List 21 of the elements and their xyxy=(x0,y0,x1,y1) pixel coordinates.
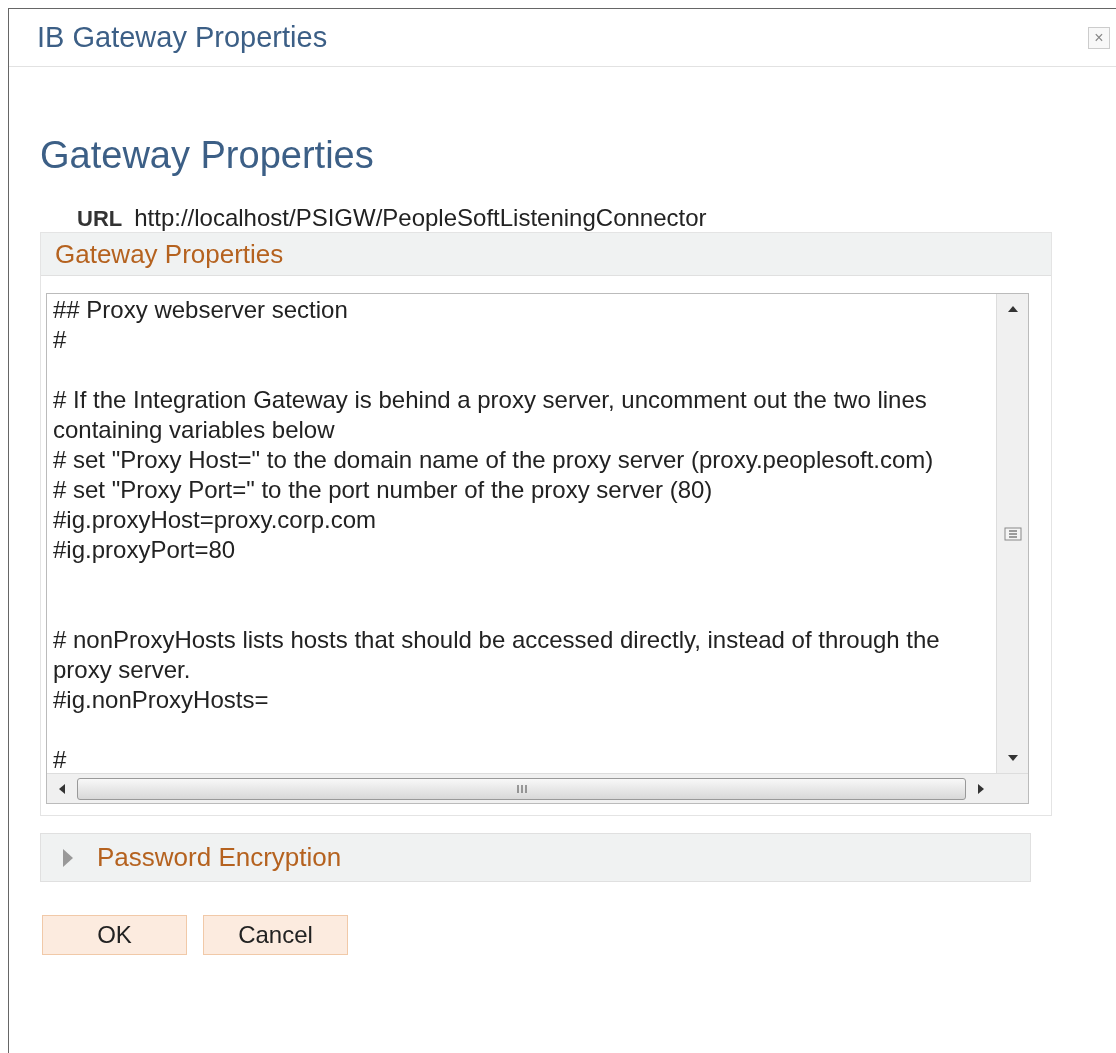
section-header[interactable]: Password Encryption xyxy=(40,833,1031,882)
dialog-button[interactable]: OK xyxy=(42,915,187,955)
close-button[interactable]: × xyxy=(1088,26,1110,49)
section-title: Password Encryption xyxy=(97,841,342,874)
text-content: ## Proxy webserver section # # If the Integration Gateway is behind a proxy server, uncomment out the two lines containing variables below # set "Proxy Host=" to the domain name of the proxy server (proxy.peoplesoft.com) # set "Proxy Port=" to the port number of the proxy server (80) #ig.proxyHost=proxy.corp.com #ig.proxyPort=80 # nonProxyHosts lists hosts that should be accessed directly, instead of through the proxy server. #ig.nonProxyHosts= # xyxy=(52,295,941,773)
dialog-button[interactable]: Cancel xyxy=(203,915,348,955)
scroll-up-icon[interactable] xyxy=(1007,306,1018,312)
group-title: Gateway Properties xyxy=(55,237,284,271)
url-label: URL xyxy=(77,204,123,233)
horizontal-scrollbar[interactable] xyxy=(47,773,1028,803)
scroll-grip-icon[interactable] xyxy=(516,784,527,793)
page-heading: Gateway Properties xyxy=(40,135,375,175)
vertical-scrollbar[interactable] xyxy=(996,294,1028,773)
scroll-down-icon[interactable] xyxy=(1007,755,1018,761)
scroll-right-icon[interactable] xyxy=(978,783,984,794)
scroll-grip-icon[interactable] xyxy=(1003,526,1022,541)
scroll-left-icon[interactable] xyxy=(59,783,65,794)
url-value: http://localhost/PSIGW/PeopleSoftListeningConnector xyxy=(134,203,707,233)
scroll-thumb[interactable] xyxy=(77,777,966,800)
properties-text-area[interactable] xyxy=(46,293,1029,804)
dialog-title: IB Gateway Properties xyxy=(37,19,328,55)
